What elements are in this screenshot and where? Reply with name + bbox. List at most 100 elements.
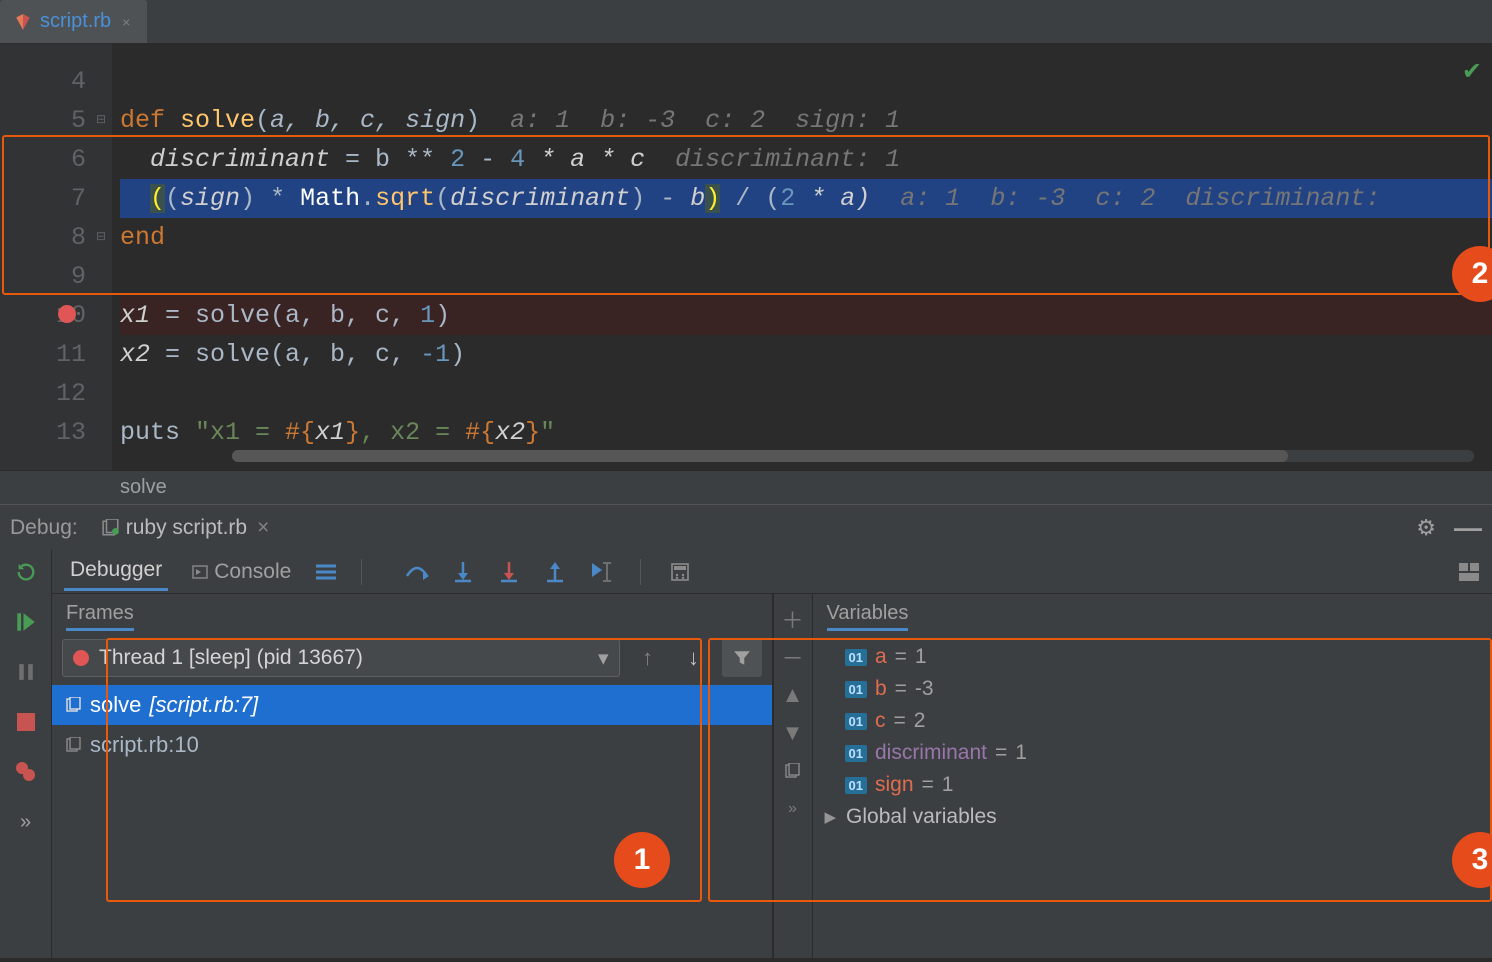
tab-debugger[interactable]: Debugger [64, 552, 168, 591]
run-to-cursor-icon[interactable] [588, 559, 614, 585]
global-variables-row[interactable]: ▶Global variables [817, 801, 1489, 833]
more-icon[interactable]: » [782, 798, 804, 820]
type-chip-icon: 01 [845, 681, 867, 698]
step-over-icon[interactable] [404, 559, 430, 585]
debug-config-tab[interactable]: ruby script.rb × [102, 516, 270, 540]
remove-watch-icon: － [782, 646, 804, 668]
debug-tabs: Debugger Console [52, 550, 1492, 594]
gear-icon[interactable]: ⚙ [1416, 515, 1436, 541]
debug-side-toolbar: » [0, 550, 52, 958]
variables-side-toolbar: ＋ － ▲ ▼ » [773, 594, 813, 958]
frames-header: Frames [52, 594, 772, 633]
variable-row[interactable]: 01sign=1 [817, 769, 1489, 801]
chevron-down-icon: ▾ [598, 646, 609, 671]
code-line[interactable]: def solve(a, b, c, sign) a: 1 b: -3 c: 2… [120, 101, 1492, 140]
line-number: 12 [0, 374, 86, 413]
code-line[interactable]: x2 = solve(a, b, c, -1) [120, 335, 1492, 374]
variables-header: Variables [813, 594, 1492, 633]
code-line[interactable]: end [120, 218, 1492, 257]
code-area[interactable]: ✔ def solve(a, b, c, sign) a: 1 b: -3 c:… [112, 44, 1492, 470]
move-up-icon: ▲ [782, 684, 804, 706]
line-number: 9 [0, 257, 86, 296]
resume-icon[interactable] [12, 608, 40, 636]
type-chip-icon: 01 [845, 745, 867, 762]
code-line[interactable] [120, 374, 1492, 413]
line-number: 6 [0, 140, 86, 179]
force-step-into-icon[interactable] [496, 559, 522, 585]
variable-row[interactable]: 01b=-3 [817, 673, 1489, 705]
evaluate-expression-icon[interactable] [667, 559, 693, 585]
code-line[interactable] [120, 257, 1492, 296]
thread-selector[interactable]: Thread 1 [sleep] (pid 13667) ▾ [62, 639, 620, 677]
console-icon [192, 564, 208, 580]
variable-row[interactable]: 01discriminant=1 [817, 737, 1489, 769]
debug-panels: Frames Thread 1 [sleep] (pid 13667) ▾ ↑ … [52, 594, 1492, 958]
line-number: 5 [0, 101, 86, 140]
variable-row[interactable]: 01a=1 [817, 641, 1489, 673]
type-chip-icon: 01 [845, 713, 867, 730]
code-line[interactable] [120, 62, 1492, 101]
code-line-current[interactable]: ((sign) * Math.sqrt(discriminant) - b) /… [120, 179, 1492, 218]
debug-toolwindow: » Debugger Console [0, 550, 1492, 958]
variables-panel: ＋ － ▲ ▼ » Variables 01a=1 01b=-3 01c=2 [773, 594, 1492, 958]
separator [361, 559, 362, 585]
step-out-icon[interactable] [542, 559, 568, 585]
frame-item[interactable]: script.rb:10 [52, 725, 772, 765]
minimize-icon[interactable]: — [1454, 512, 1482, 544]
tab-console[interactable]: Console [186, 554, 297, 590]
step-toolbar [404, 559, 693, 585]
stop-icon[interactable] [12, 708, 40, 736]
file-tab-name: script.rb [40, 10, 111, 33]
line-number: 7 [0, 179, 86, 218]
ruby-icon [14, 13, 32, 31]
separator [640, 559, 641, 585]
move-down-icon: ▼ [782, 722, 804, 744]
line-number: 13 [0, 413, 86, 452]
code-line[interactable]: discriminant = b ** 2 - 4 * a * c discri… [120, 140, 1492, 179]
fold-start-icon[interactable]: ⊟ [96, 101, 106, 111]
code-line[interactable]: puts "x1 = #{x1}, x2 = #{x2}" [120, 413, 1492, 452]
rerun-icon[interactable] [12, 558, 40, 586]
thread-selector-row: Thread 1 [sleep] (pid 13667) ▾ ↑ ↓ [52, 633, 772, 683]
variable-list: 01a=1 01b=-3 01c=2 01discriminant=1 01si… [813, 633, 1492, 841]
annotation-badge-1: 1 [614, 832, 670, 888]
view-breakpoints-icon[interactable] [12, 758, 40, 786]
horizontal-scrollbar[interactable] [232, 450, 1474, 462]
frame-icon [66, 697, 82, 713]
threads-icon[interactable] [315, 563, 337, 581]
run-config-icon [102, 519, 120, 537]
filter-icon[interactable] [722, 639, 762, 677]
debug-toolwindow-header: Debug: ruby script.rb × ⚙ — [0, 504, 1492, 550]
editor-tab-bar: script.rb × [0, 0, 1492, 44]
frame-icon [66, 737, 82, 753]
prev-frame-icon: ↑ [630, 639, 666, 677]
variable-row[interactable]: 01c=2 [817, 705, 1489, 737]
code-line-breakpoint[interactable]: x1 = solve(a, b, c, 1) [120, 296, 1492, 335]
line-number: 8 [0, 218, 86, 257]
more-icon[interactable]: » [12, 808, 40, 836]
type-chip-icon: 01 [845, 777, 867, 794]
frame-list: solve [script.rb:7] script.rb:10 [52, 685, 772, 765]
pause-icon [12, 658, 40, 686]
chevron-right-icon: ▶ [825, 808, 837, 826]
layout-settings-icon[interactable] [1458, 562, 1480, 582]
close-icon[interactable]: × [257, 516, 269, 540]
breadcrumb[interactable]: solve [0, 470, 1492, 504]
debug-main: Debugger Console Frame [52, 550, 1492, 958]
thread-status-dot-icon [73, 650, 89, 666]
step-into-icon[interactable] [450, 559, 476, 585]
type-chip-icon: 01 [845, 649, 867, 666]
line-number-breakpoint[interactable]: 10 [0, 296, 86, 335]
code-editor[interactable]: 4 5 6 7 8 9 10 11 12 13 ⊟ ⊟ ✔ def solve(… [0, 44, 1492, 470]
copy-icon[interactable] [782, 760, 804, 782]
frame-item[interactable]: solve [script.rb:7] [52, 685, 772, 725]
close-icon[interactable]: × [119, 14, 133, 30]
line-number: 11 [0, 335, 86, 374]
fold-end-icon[interactable]: ⊟ [96, 218, 106, 228]
next-frame-icon[interactable]: ↓ [676, 639, 712, 677]
file-tab[interactable]: script.rb × [0, 0, 147, 43]
add-watch-icon[interactable]: ＋ [782, 608, 804, 630]
debug-label: Debug: [10, 516, 78, 540]
editor-gutter[interactable]: 4 5 6 7 8 9 10 11 12 13 ⊟ ⊟ [0, 44, 112, 470]
frames-panel: Frames Thread 1 [sleep] (pid 13667) ▾ ↑ … [52, 594, 773, 958]
